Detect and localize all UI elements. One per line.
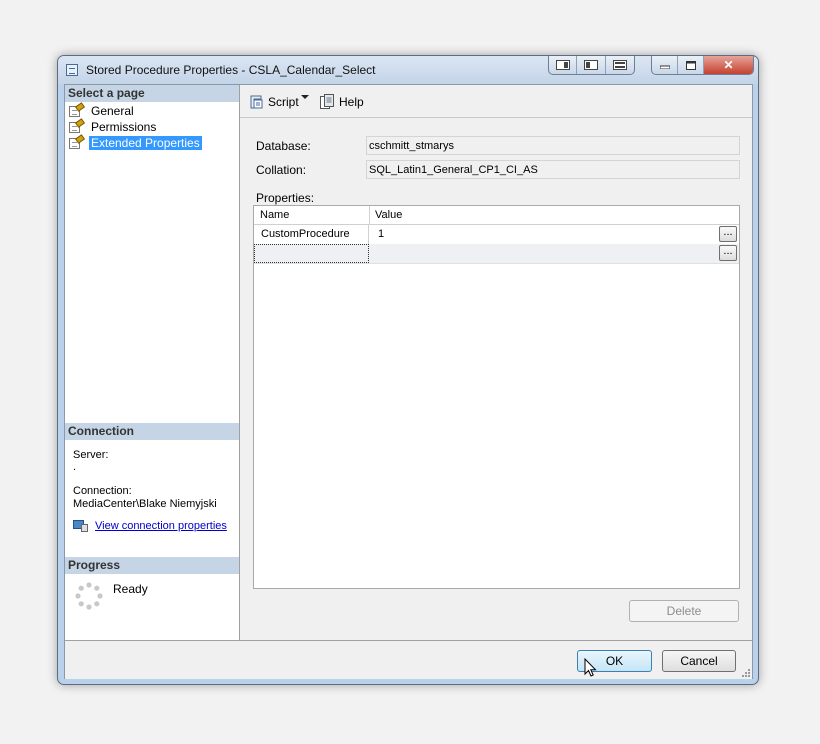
page-item-label: General <box>91 104 134 118</box>
minimize-icon[interactable] <box>652 56 678 74</box>
window-title: Stored Procedure Properties - CSLA_Calen… <box>86 63 376 77</box>
properties-label: Properties: <box>256 191 315 205</box>
connection-header: Connection <box>65 423 239 440</box>
chevron-down-icon <box>301 95 309 99</box>
property-value-cell[interactable]: 1 <box>370 225 739 244</box>
dock-left-icon[interactable] <box>549 56 578 74</box>
properties-page-icon <box>68 102 85 118</box>
server-value: . <box>73 461 77 473</box>
left-pane: Select a page General Permissions Extend… <box>65 85 240 640</box>
extended-properties-page: Database: cschmitt_stmarys Collation: SQ… <box>243 123 749 637</box>
script-dropdown[interactable] <box>300 94 310 100</box>
dock-top-icon[interactable] <box>606 56 634 74</box>
toolbar: Script Help <box>240 85 752 118</box>
connection-label: Connection: <box>73 485 132 497</box>
page-item-general[interactable]: General <box>68 102 136 119</box>
help-label: Help <box>339 95 364 109</box>
table-row-new[interactable]: ... <box>254 244 739 264</box>
dialog-client-area: Select a page General Permissions Extend… <box>64 84 753 679</box>
property-name-cell[interactable] <box>254 244 369 263</box>
property-name-cell[interactable]: CustomProcedure <box>254 225 369 244</box>
server-label: Server: <box>73 449 109 461</box>
page-item-permissions[interactable]: Permissions <box>68 118 158 135</box>
properties-window: Stored Procedure Properties - CSLA_Calen… <box>57 55 759 685</box>
grid-header: Name Value <box>254 206 739 225</box>
properties-page-icon <box>68 134 85 150</box>
server-connection-icon <box>73 519 89 533</box>
maximize-icon[interactable] <box>678 56 704 74</box>
column-header-value[interactable]: Value <box>375 209 402 221</box>
properties-page-icon <box>68 118 85 134</box>
page-item-label: Extended Properties <box>89 136 202 150</box>
right-pane: Script Help Database: cschmitt_stmarys C… <box>240 85 752 640</box>
close-icon[interactable]: ✕ <box>704 56 753 74</box>
page-item-extended-properties[interactable]: Extended Properties <box>68 134 202 151</box>
mouse-cursor-icon <box>584 658 597 677</box>
progress-header: Progress <box>65 557 239 574</box>
title-bar[interactable]: Stored Procedure Properties - CSLA_Calen… <box>58 56 758 84</box>
view-connection-properties[interactable]: View connection properties <box>73 519 227 533</box>
database-label: Database: <box>256 139 311 153</box>
progress-spinner-icon <box>75 582 103 610</box>
help-icon <box>320 94 334 109</box>
progress-status: Ready <box>113 582 148 596</box>
column-header-name[interactable]: Name <box>260 209 289 221</box>
properties-grid[interactable]: Name Value CustomProcedure 1 ... ... <box>253 205 740 589</box>
property-value-cell[interactable] <box>370 244 739 263</box>
resize-grip-icon[interactable] <box>742 669 750 677</box>
dock-right-icon[interactable] <box>577 56 606 74</box>
ellipsis-button[interactable]: ... <box>719 226 737 242</box>
collation-label: Collation: <box>256 163 307 177</box>
ellipsis-button[interactable]: ... <box>719 245 737 261</box>
database-field: cschmitt_stmarys <box>366 136 740 155</box>
caption-buttons: ✕ <box>651 56 754 75</box>
window-extra-buttons <box>548 56 635 75</box>
cancel-button[interactable]: Cancel <box>662 650 736 672</box>
table-row[interactable]: CustomProcedure 1 ... <box>254 225 739 245</box>
select-page-header: Select a page <box>65 85 239 102</box>
help-button[interactable]: Help <box>319 94 364 110</box>
dialog-button-bar: OK Cancel <box>65 640 752 679</box>
connection-value: MediaCenter\Blake Niemyjski <box>73 498 217 510</box>
window-icon <box>66 64 78 76</box>
script-icon <box>250 95 263 109</box>
script-label: Script <box>268 95 299 109</box>
view-connection-properties-link[interactable]: View connection properties <box>95 520 227 532</box>
script-button[interactable]: Script <box>248 94 299 110</box>
page-item-label: Permissions <box>91 120 157 134</box>
delete-button[interactable]: Delete <box>629 600 739 622</box>
collation-field: SQL_Latin1_General_CP1_CI_AS <box>366 160 740 179</box>
